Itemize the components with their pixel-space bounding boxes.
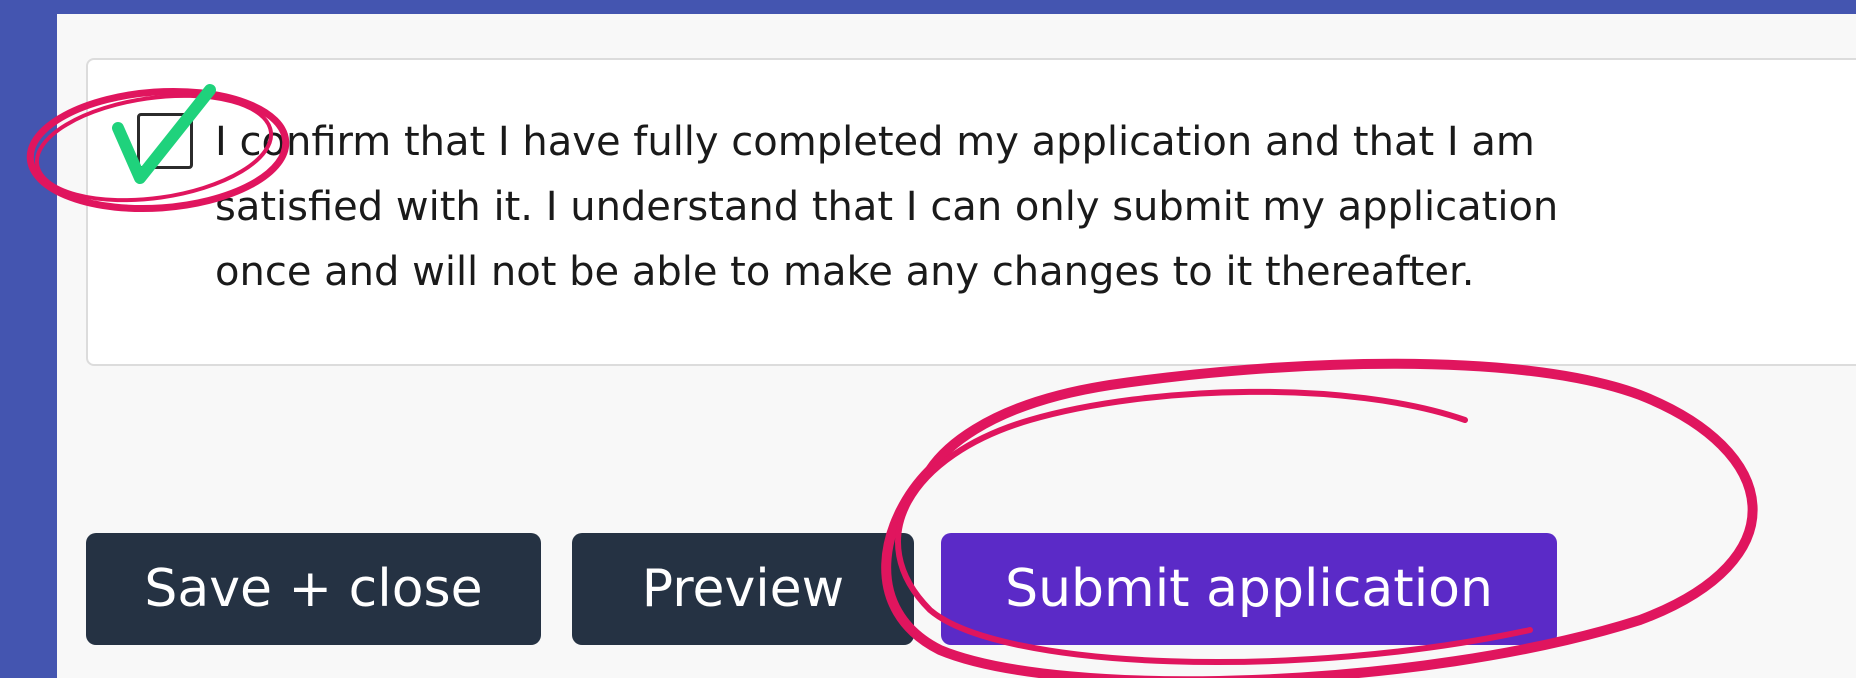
save-close-button[interactable]: Save + close <box>86 533 541 645</box>
preview-button[interactable]: Preview <box>572 533 914 645</box>
confirm-checkbox[interactable] <box>137 113 193 169</box>
confirmation-text: I confirm that I have fully completed my… <box>215 119 1559 295</box>
submit-application-button[interactable]: Submit application <box>941 533 1557 645</box>
